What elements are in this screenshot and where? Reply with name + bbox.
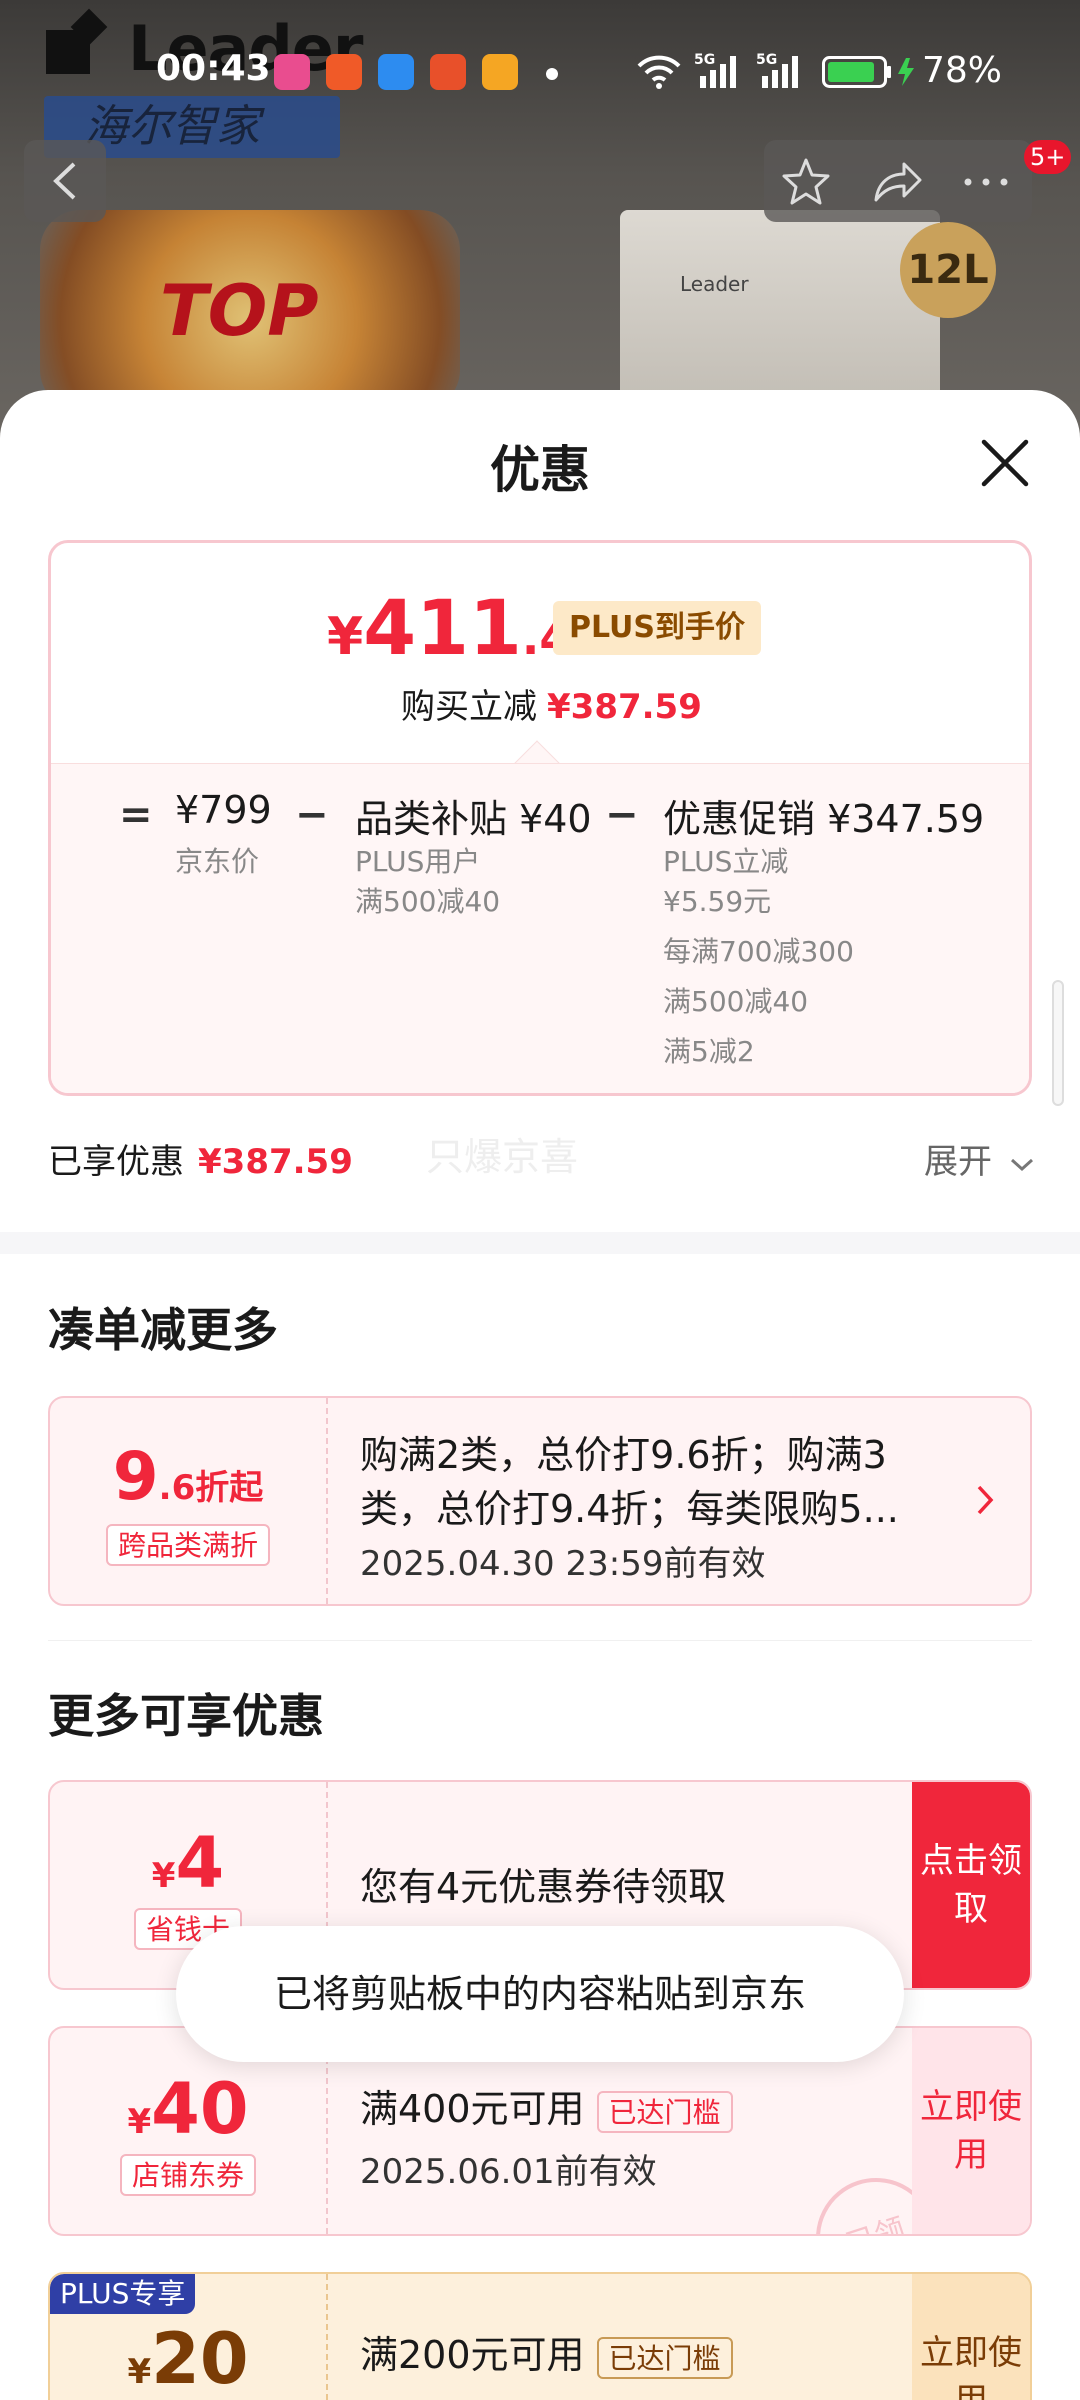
jd-price-label: 京东价: [175, 845, 260, 878]
coupon-type-tag: 店铺东券: [119, 2154, 257, 2196]
coupon-value: ¥40: [50, 2068, 326, 2150]
coupon-expiry: 2025.04.30 23:59前有效: [360, 2390, 765, 2400]
enjoyed-discount: 已享优惠 ¥387.59: [48, 1134, 353, 1183]
promotion-detail: ¥5.59元: [663, 885, 772, 918]
status-bar: 00:43 5G 5G 78%: [0, 0, 1080, 150]
sheet-title: 优惠: [490, 441, 590, 499]
close-icon[interactable]: [978, 436, 1032, 490]
signal-5g-icon-2: 5G: [756, 52, 798, 88]
coupon-description: 您有4元优惠券待领取: [360, 1865, 727, 1909]
threshold-reached-tag: 已达门槛: [596, 2336, 733, 2379]
coupon-amount: 20: [151, 2318, 249, 2400]
coupon-separator: [326, 2274, 328, 2400]
section-title-more-offers: 更多可享优惠: [48, 1689, 324, 1743]
jd-price-value: ¥799: [175, 788, 272, 832]
coupon-separator: [326, 1398, 328, 1604]
section-divider: [0, 1232, 1080, 1254]
coupon-description: 购满2类，总价打9.6折；购满3: [360, 1433, 887, 1477]
top-ranking-text: TOP: [160, 270, 319, 352]
minus-sign: −: [295, 792, 329, 838]
app-notification-icon: [274, 54, 310, 90]
video-app-icon: [482, 54, 518, 90]
watermark-text: 只爆京喜: [426, 1135, 579, 1179]
scrollbar[interactable]: [1052, 980, 1064, 1106]
coupon-expiry: 2025.04.30 23:59前有效: [360, 1544, 766, 1584]
equals-sign: =: [119, 792, 153, 838]
top-toolbar: [764, 140, 1032, 222]
threshold-reached-tag: 已达门槛: [596, 2090, 733, 2133]
more-options-icon[interactable]: [958, 154, 1014, 210]
final-price-integer: 411: [363, 583, 522, 672]
coupon-description: 满200元可用: [360, 2333, 585, 2377]
chevron-down-icon: [1010, 1158, 1033, 1171]
section-divider-line: [48, 1640, 1032, 1641]
wifi-icon: [637, 55, 681, 89]
discount-rate: 9.6折起: [50, 1438, 326, 1515]
coupon-description: 类，总价打9.4折；每类限购5...: [360, 1487, 899, 1531]
discount-rate-rest: .6折起: [158, 1468, 264, 1508]
expand-label: 展开: [924, 1142, 992, 1182]
coupon-plus-exclusive[interactable]: PLUS专享 ¥20 满200元可用已达门槛 2025.04.30 23:59前…: [48, 2272, 1032, 2400]
currency-symbol: ¥: [327, 607, 364, 667]
currency-symbol: ¥: [151, 1856, 176, 1896]
purchase-reduction: 购买立减 ¥387.59: [401, 679, 702, 728]
back-arrow-icon: [53, 162, 76, 200]
promotion-detail: PLUS立减: [663, 845, 789, 878]
app-notification-icon: [326, 54, 362, 90]
cross-category-coupon[interactable]: 9.6折起 跨品类满折 购满2类，总价打9.6折；购满3 类，总价打9.4折；每…: [48, 1396, 1032, 1606]
category-subsidy-detail: PLUS用户: [355, 845, 481, 878]
coupon-value: ¥20: [50, 2318, 326, 2400]
favorite-star-icon[interactable]: [778, 154, 834, 210]
category-subsidy: 品类补贴 ¥40: [355, 797, 592, 841]
chevron-right-icon: [977, 1485, 994, 1515]
section-title-more-off: 凑单减更多: [48, 1303, 278, 1357]
share-icon[interactable]: [868, 154, 924, 210]
discount-sheet: 优惠 ¥411.41 PLUS到手价 购买立减¥387.59 = ¥799 京东…: [0, 390, 1080, 2400]
currency-symbol: ¥: [127, 2102, 152, 2142]
promotion-detail: 每满700减300: [663, 935, 854, 968]
coupon-expiry: 2025.06.01前有效: [360, 2152, 657, 2192]
capacity-badge: 12L: [900, 222, 996, 318]
promotion-discount: 优惠促销 ¥347.59: [663, 797, 985, 841]
use-coupon-button[interactable]: 立即使用: [912, 2028, 1030, 2234]
use-coupon-button[interactable]: 立即使用: [912, 2274, 1030, 2400]
expand-button[interactable]: 展开: [924, 1134, 1035, 1183]
coupon-amount: 4: [175, 1822, 225, 1904]
coupon-value: ¥4: [50, 1822, 326, 1904]
product-logo: Leader: [680, 272, 749, 296]
currency-symbol: ¥: [127, 2352, 152, 2392]
category-subsidy-detail: 满500减40: [355, 885, 501, 918]
enjoyed-label: 已享优惠: [48, 1142, 184, 1182]
coupon-type-tag: 跨品类满折: [105, 1524, 271, 1566]
reduction-amount: ¥387.59: [547, 687, 702, 727]
promotion-detail: 满5减2: [663, 1035, 755, 1068]
clipboard-toast: 已将剪贴板中的内容粘贴到京东: [176, 1926, 904, 2062]
battery-percentage: 78%: [922, 50, 1003, 91]
price-summary-card: ¥411.41 PLUS到手价 购买立减¥387.59 = ¥799 京东价 −…: [48, 540, 1032, 1096]
svg-text:5G: 5G: [694, 52, 715, 68]
svg-text:5G: 5G: [756, 52, 777, 68]
clock: 00:43: [156, 48, 271, 89]
battery-icon: [822, 56, 914, 88]
more-notifications-dot: [546, 68, 558, 80]
back-button[interactable]: [24, 140, 106, 222]
coupon-amount: 40: [151, 2068, 249, 2150]
signal-5g-icon-1: 5G: [694, 52, 736, 88]
claim-coupon-button[interactable]: 点击领取: [912, 1782, 1030, 1988]
coupon-description: 满400元可用: [360, 2087, 585, 2131]
promotion-detail: 满500减40: [663, 985, 809, 1018]
coupon-threshold: 满400元可用 已达门槛: [360, 2078, 733, 2133]
price-breakdown: = ¥799 京东价 − 品类补贴 ¥40 PLUS用户 满500减40 − 优…: [51, 763, 1029, 1093]
minus-sign: −: [605, 792, 639, 838]
discount-rate-int: 9: [112, 1438, 159, 1515]
enjoyed-amount: ¥387.59: [198, 1142, 353, 1182]
app-notification-icon: [430, 54, 466, 90]
plus-price-tag: PLUS到手价: [553, 601, 762, 655]
search-app-icon: [378, 54, 414, 90]
reduction-label: 购买立减: [401, 687, 537, 727]
coupon-threshold: 满200元可用 已达门槛: [360, 2324, 733, 2379]
